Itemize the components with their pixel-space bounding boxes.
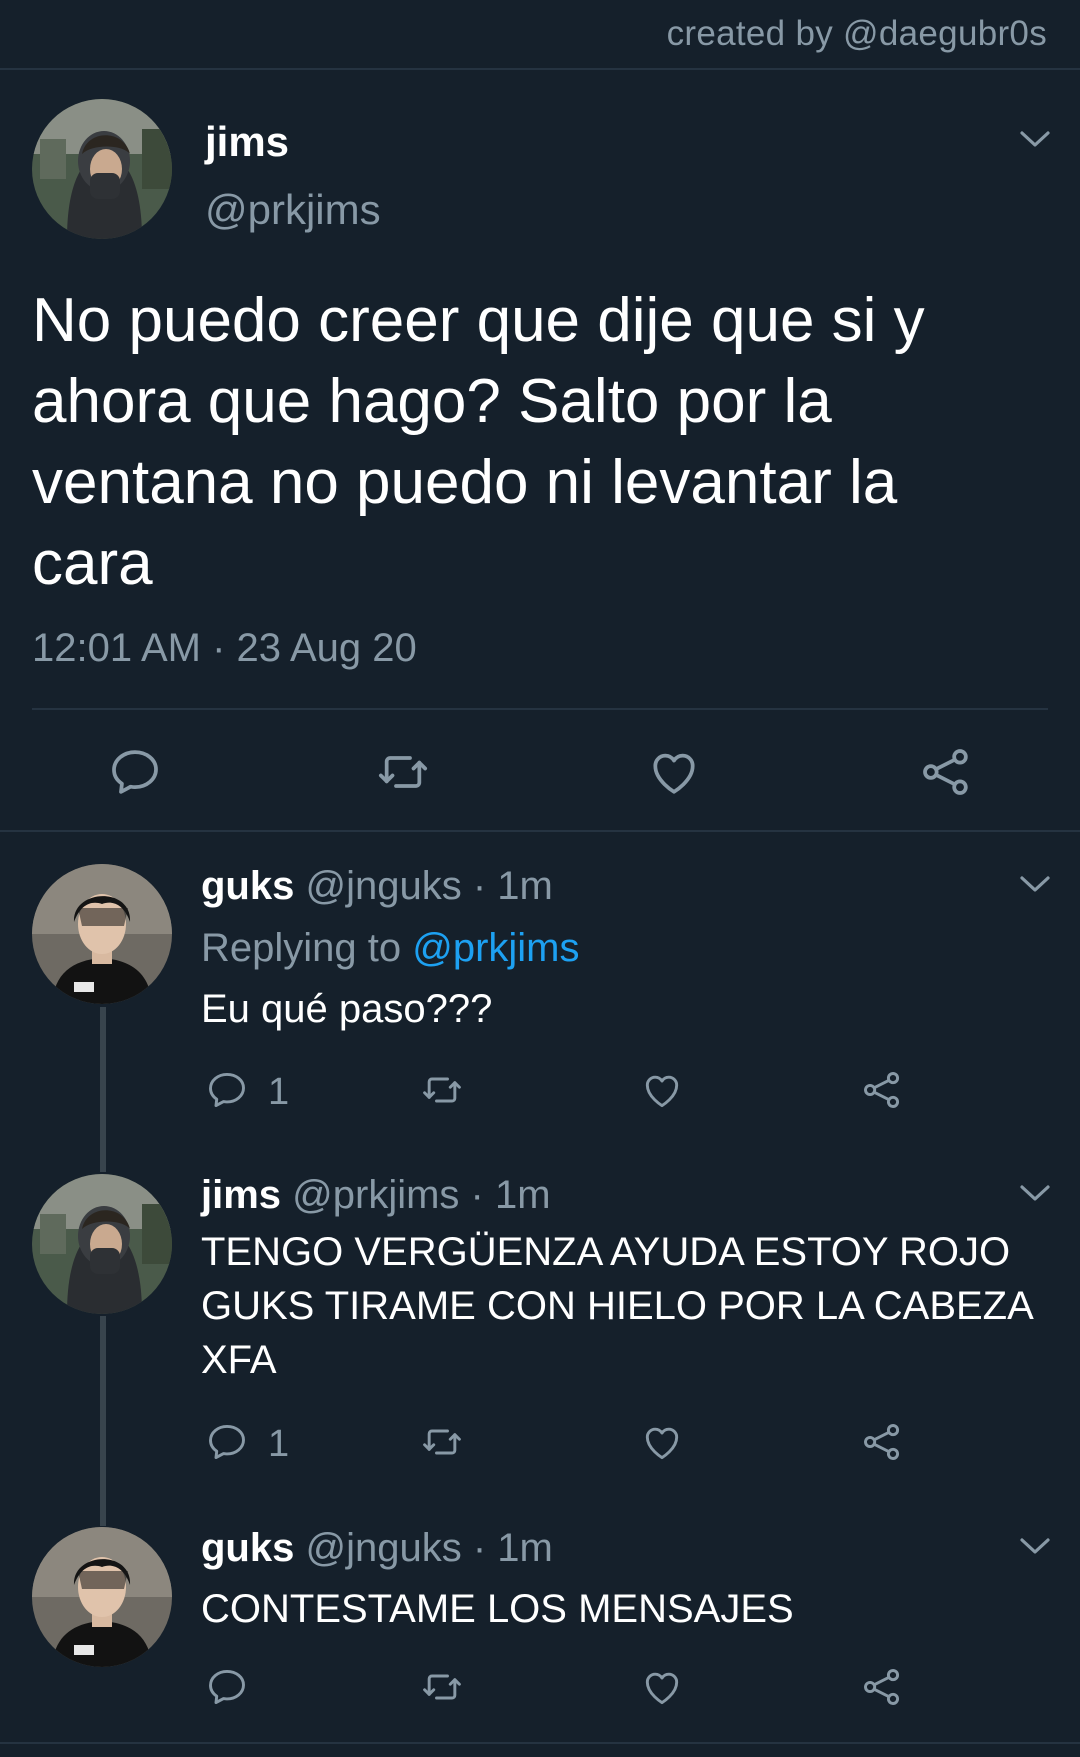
author-name[interactable]: jims <box>205 118 289 166</box>
thread-line <box>100 1316 106 1526</box>
like-icon[interactable] <box>640 1068 684 1112</box>
reply-icon[interactable] <box>205 1665 249 1709</box>
tweet-timestamp[interactable]: 12:01 AM · 23 Aug 20 <box>32 626 417 671</box>
avatar[interactable] <box>32 864 172 1004</box>
share-icon[interactable] <box>860 1420 904 1464</box>
reply-icon[interactable] <box>205 1068 249 1112</box>
author-meta: @jnguks · 1m <box>294 1526 553 1570</box>
author-meta: @jnguks · 1m <box>294 864 553 908</box>
author-name[interactable]: guks <box>201 1526 294 1570</box>
avatar[interactable] <box>32 1174 172 1314</box>
chevron-down-icon[interactable] <box>1018 1182 1052 1204</box>
share-icon[interactable] <box>860 1068 904 1112</box>
author-name[interactable]: guks <box>201 864 294 908</box>
like-icon[interactable] <box>646 744 702 800</box>
reply-header: jims @prkjims · 1m <box>201 1173 551 1218</box>
reply-count: 1 <box>268 1423 290 1465</box>
reply-text: CONTESTAME LOS MENSAJES <box>201 1587 794 1631</box>
reply-icon[interactable] <box>107 744 163 800</box>
share-icon[interactable] <box>860 1665 904 1709</box>
tweet-text: No puedo creer que dije que si y ahora q… <box>32 286 925 598</box>
reply-icon[interactable] <box>205 1420 249 1464</box>
retweet-icon[interactable] <box>375 744 431 800</box>
share-icon[interactable] <box>918 744 974 800</box>
author-meta: @prkjims · 1m <box>281 1173 551 1217</box>
thread-line <box>100 1007 106 1172</box>
chevron-down-icon[interactable] <box>1018 1535 1052 1557</box>
avatar[interactable] <box>32 99 172 239</box>
retweet-icon[interactable] <box>420 1420 464 1464</box>
retweet-icon[interactable] <box>420 1665 464 1709</box>
chevron-down-icon[interactable] <box>1018 128 1052 150</box>
replying-to: Replying to @prkjims <box>201 926 580 971</box>
reply-text: TENGO VERGÜENZA AYUDA ESTOY ROJO GUKS TI… <box>201 1230 1032 1382</box>
retweet-icon[interactable] <box>420 1068 464 1112</box>
reply-count: 1 <box>268 1071 290 1113</box>
like-icon[interactable] <box>640 1420 684 1464</box>
reply-header: guks @jnguks · 1m <box>201 1526 553 1571</box>
top-divider <box>0 68 1080 70</box>
bottom-divider <box>0 1742 1080 1744</box>
chevron-down-icon[interactable] <box>1018 873 1052 895</box>
divider <box>32 708 1048 710</box>
author-name[interactable]: jims <box>201 1173 281 1217</box>
avatar[interactable] <box>32 1527 172 1667</box>
replying-handle-link[interactable]: @prkjims <box>412 926 579 970</box>
replying-label: Replying to <box>201 926 413 970</box>
reply-header: guks @jnguks · 1m <box>201 864 553 909</box>
divider <box>0 830 1080 832</box>
credit-watermark: created by @daegubr0s <box>666 14 1047 53</box>
like-icon[interactable] <box>640 1665 684 1709</box>
author-handle[interactable]: @prkjims <box>205 186 381 234</box>
reply-text: Eu qué paso??? <box>201 987 493 1031</box>
